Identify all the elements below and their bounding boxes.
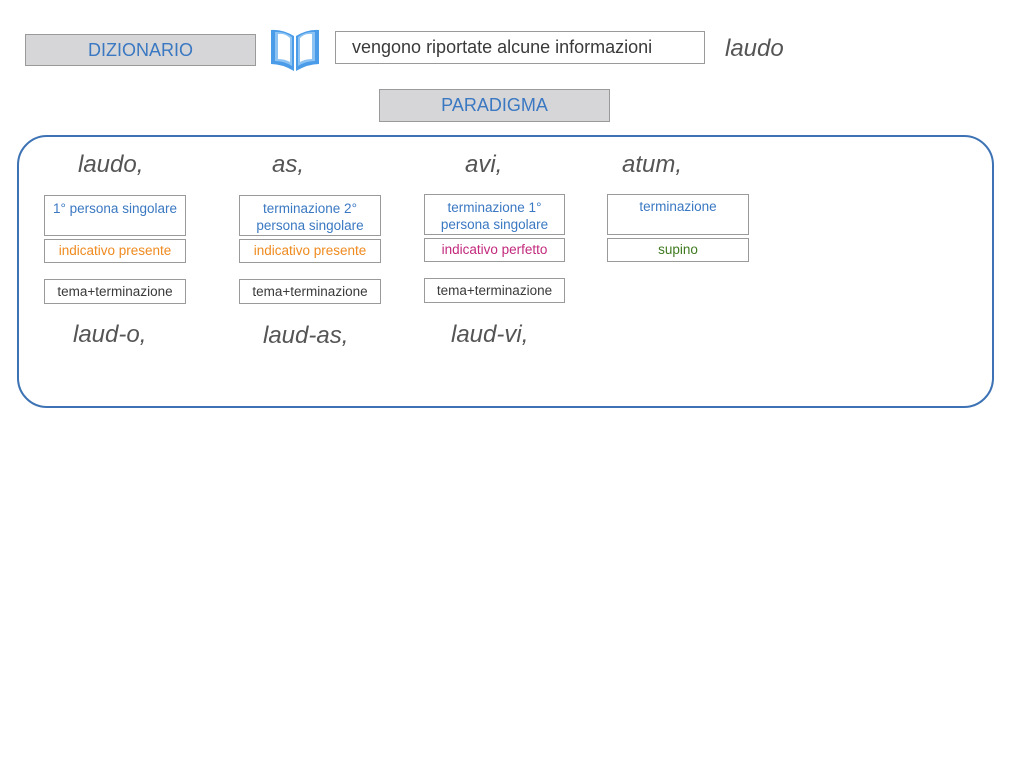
form-atum: atum, [622,151,683,178]
description-box-2: terminazione 2° persona singolare [239,195,381,236]
grammar-box-4: supino [607,238,749,262]
grammar-box-1: indicativo presente [44,239,186,263]
description-line: terminazione 2° [263,201,357,216]
structure-box-2: tema+terminazione [239,279,381,304]
structure-box-1: tema+terminazione [44,279,186,304]
description-line: terminazione 1° [447,200,542,215]
split-form-laud-o: laud-o, [73,321,147,348]
form-laudo: laudo, [78,151,144,178]
description-box-3: terminazione 1° persona singolare [424,194,565,235]
grammar-box-2: indicativo presente [239,239,381,263]
description-line: persona singolare [440,217,549,232]
dizionario-label: DIZIONARIO [25,34,256,66]
info-text-box: vengono riportate alcune informazioni [335,31,705,64]
structure-box-3: tema+terminazione [424,278,565,303]
description-line: persona singolare [256,218,364,233]
form-as: as, [272,151,305,178]
grammar-box-3: indicativo perfetto [424,238,565,262]
split-form-laud-as: laud-as, [263,322,349,349]
split-form-laud-vi: laud-vi, [451,321,529,348]
description-box-1: 1° persona singolare [44,195,186,236]
headword: laudo [725,35,784,62]
description-line: terminazione [639,199,717,214]
description-line: 1° persona singolare [53,201,177,216]
description-box-4: terminazione [607,194,749,235]
paradigm-frame [17,135,994,408]
form-avi: avi, [465,151,503,178]
open-book-icon [271,29,319,71]
paradigma-label: PARADIGMA [379,89,610,122]
